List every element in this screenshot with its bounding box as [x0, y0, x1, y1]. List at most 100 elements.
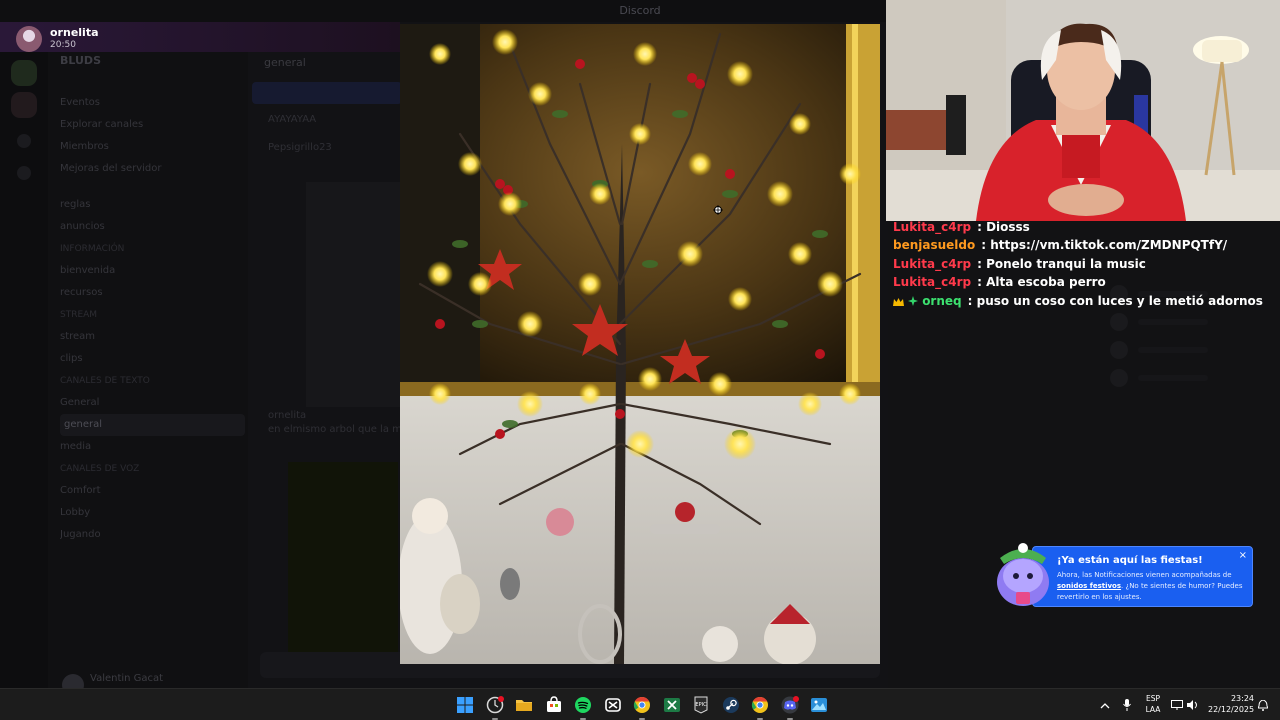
channel-item[interactable]: Eventos	[60, 92, 245, 114]
explore-icon[interactable]	[17, 166, 31, 180]
christmas-tree-photo	[400, 24, 880, 664]
channel-category[interactable]: Canales de voz	[60, 458, 245, 480]
chat-username: orneq	[922, 293, 962, 308]
channel-item[interactable]: stream	[60, 326, 245, 348]
message-notification[interactable]: ornelita 20:50	[0, 22, 400, 52]
channel-category[interactable]: Información	[60, 238, 245, 260]
chat-line: Lukita_c4rp: Alta escoba perro	[893, 273, 1273, 291]
photos-icon[interactable]	[807, 693, 831, 717]
channel-item[interactable]: Explorar canales	[60, 114, 245, 136]
chat-line: benjasueldo: https://vm.tiktok.com/ZMDNP…	[893, 236, 1273, 254]
clock-time: 23:24	[1230, 694, 1254, 703]
toast-body-text: Ahora, las Notificaciones vienen acompañ…	[1057, 571, 1232, 579]
add-server-icon[interactable]	[17, 134, 31, 148]
server-icon[interactable]	[11, 92, 37, 118]
capcut-icon[interactable]	[601, 693, 625, 717]
chat-badges	[893, 292, 919, 310]
store-icon[interactable]	[542, 693, 566, 717]
notification-time: 20:50	[50, 40, 76, 50]
gem-icon	[908, 295, 919, 306]
windows-taskbar: EPIC ESP LAA 23:24 22/12/2025	[0, 688, 1280, 720]
channel-item[interactable]: reglas	[60, 194, 245, 216]
avatar	[16, 26, 42, 52]
channel-item[interactable]: bienvenida	[60, 260, 245, 282]
user-name: Valentin Gacat	[90, 673, 164, 684]
chat-banner	[252, 82, 402, 104]
chat-colon: :	[977, 220, 987, 234]
notification-author: ornelita	[50, 26, 99, 39]
language-code: ESP	[1145, 694, 1161, 703]
channel-item[interactable]: recursos	[60, 282, 245, 304]
excel-icon[interactable]	[660, 693, 684, 717]
close-icon[interactable]: ×	[1239, 550, 1247, 561]
crown-icon	[893, 297, 904, 306]
spotify-icon[interactable]	[571, 693, 595, 720]
notification-bell-icon[interactable]	[1256, 689, 1270, 720]
volume-icon[interactable]	[1186, 689, 1200, 720]
member-item[interactable]	[1110, 364, 1250, 392]
webcam-feed	[886, 0, 1280, 221]
windows-start-icon[interactable]	[453, 693, 477, 717]
channel-item[interactable]: Jugando	[60, 524, 245, 546]
channel-category[interactable]: Canales de texto	[60, 370, 245, 392]
discord-icon[interactable]	[778, 693, 802, 720]
image-viewer-photo[interactable]	[400, 24, 880, 664]
channel-item[interactable]: Mejoras del servidor	[60, 158, 245, 180]
chat-line: orneq: puso un coso con luces y le metió…	[893, 292, 1273, 310]
chevron-up-icon[interactable]	[1098, 689, 1112, 720]
channel-item[interactable]: media	[60, 436, 245, 458]
chat-colon: :	[977, 256, 987, 271]
channel-sidebar: BLUDS Eventos Explorar canales Miembros …	[48, 22, 248, 696]
channel-item[interactable]: anuncios	[60, 216, 245, 238]
chat-username: Lukita_c4rp	[893, 220, 972, 234]
taskbar-apps: EPIC	[453, 693, 837, 720]
channel-item[interactable]: Miembros	[60, 136, 245, 158]
input-language[interactable]: ESP LAA	[1143, 693, 1163, 715]
toast-link[interactable]: sonidos festivos	[1057, 582, 1121, 590]
steam-icon[interactable]	[719, 693, 743, 717]
chat-text: Alta escoba perro	[986, 275, 1106, 290]
channel-item[interactable]: Lobby	[60, 502, 245, 524]
chat-text: Ponelo tranqui la music	[986, 256, 1146, 271]
chat-username: Lukita_c4rp	[893, 275, 972, 290]
chat-text: Diosss	[986, 220, 1030, 234]
server-name[interactable]: BLUDS	[60, 54, 101, 67]
keyboard-layout: LAA	[1145, 705, 1161, 714]
system-clock[interactable]: 23:24 22/12/2025	[1208, 693, 1254, 715]
wumpus-mascot-icon	[997, 543, 1049, 606]
channel-item[interactable]: clips	[60, 348, 245, 370]
microphone-icon[interactable]	[1120, 689, 1134, 720]
network-icon[interactable]	[1170, 689, 1184, 720]
member-item[interactable]	[1110, 336, 1250, 364]
chat-text: https://vm.tiktok.com/ZMDNPQTfY/	[990, 238, 1228, 253]
chrome-icon[interactable]	[630, 693, 654, 720]
svg-text:EPIC: EPIC	[695, 702, 707, 708]
chat-message: Pepsigrillo23	[268, 142, 332, 153]
chat-colon: :	[967, 293, 977, 308]
chat-text: puso un coso con luces y le metió adorno…	[976, 293, 1263, 308]
toast-title: ¡Ya están aquí las fiestas!	[1057, 555, 1203, 566]
clock-date: 22/12/2025	[1208, 705, 1255, 714]
epic-games-icon[interactable]: EPIC	[689, 693, 713, 717]
server-rail	[0, 22, 48, 688]
channel-item[interactable]: Comfort	[60, 480, 245, 502]
file-explorer-icon[interactable]	[512, 693, 536, 717]
chat-message: ornelita	[268, 410, 307, 421]
member-item[interactable]	[1110, 308, 1250, 336]
chat-line: Lukita_c4rp: Ponelo tranqui la music	[893, 255, 1273, 273]
chat-line: Lukita_c4rp: Diosss	[893, 218, 1273, 236]
chat-image[interactable]	[306, 182, 401, 407]
chat-username: Lukita_c4rp	[893, 256, 972, 271]
chat-image[interactable]	[288, 462, 398, 662]
chat-colon: :	[977, 275, 987, 290]
channel-header: general	[264, 56, 306, 69]
chat-message: en elmismo arbol que la mia	[268, 424, 411, 435]
festive-notification-toast[interactable]: ¡Ya están aquí las fiestas! Ahora, las N…	[1032, 546, 1253, 607]
chat-username: benjasueldo	[893, 238, 976, 253]
server-icon[interactable]	[11, 60, 37, 86]
channel-category[interactable]: STREAM	[60, 304, 245, 326]
chrome-icon-2[interactable]	[748, 693, 772, 720]
clock-app-icon[interactable]	[483, 693, 507, 720]
channel-item[interactable]: General	[60, 392, 245, 414]
channel-item-active[interactable]: general	[60, 414, 245, 436]
